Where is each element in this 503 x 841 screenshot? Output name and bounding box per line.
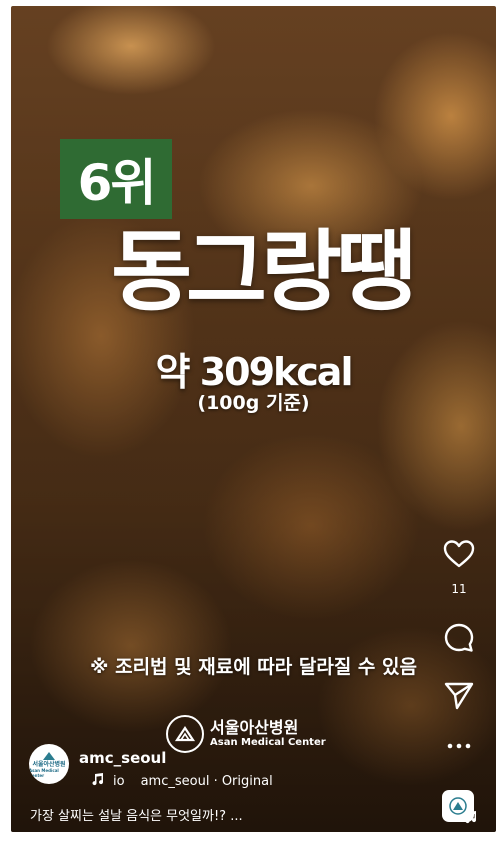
notice-text: ※ 조리법 및 재료에 따라 달라질 수 있음 xyxy=(90,656,417,678)
rank-badge: 6위 xyxy=(60,139,172,219)
heart-icon[interactable] xyxy=(439,534,479,574)
avatar-subtext: Asan Medical Center xyxy=(29,767,59,778)
caption[interactable]: 가장 살찌는 설날 음식은 무엇일까!? ... xyxy=(30,805,243,824)
username[interactable]: amc_seoul xyxy=(79,749,166,767)
watermark-logo: 서울아산병원 Asan Medical Center xyxy=(166,715,326,753)
hospital-seal-icon xyxy=(166,715,204,753)
like-count[interactable]: 11 xyxy=(451,582,466,596)
avatar-logo-icon xyxy=(43,751,55,760)
basis-text: (100g 기준) xyxy=(197,392,310,414)
watermark-name-kr: 서울아산병원 xyxy=(210,718,299,737)
avatar[interactable]: 서울아산병원 Asan Medical Center xyxy=(29,744,69,784)
audio-ticker: io xyxy=(113,773,125,789)
send-icon[interactable] xyxy=(439,676,479,716)
audio-source: amc_seoul · Original xyxy=(140,773,273,789)
more-icon[interactable] xyxy=(439,726,479,766)
audio-row[interactable]: io amc_seoul · Original xyxy=(91,772,273,790)
comment-icon[interactable] xyxy=(439,618,479,658)
audio-note-icon xyxy=(464,809,478,828)
action-bar: 11 xyxy=(437,534,481,766)
watermark-name-en: Asan Medical Center xyxy=(210,737,326,748)
dish-name: 동그랑땡 xyxy=(111,220,417,323)
music-note-icon xyxy=(91,772,105,790)
avatar-text: 서울아산병원 xyxy=(32,760,66,768)
reel-video[interactable]: 6위 동그랑땡 약 309kcal (100g 기준) ※ 조리법 및 재료에 … xyxy=(11,6,496,832)
